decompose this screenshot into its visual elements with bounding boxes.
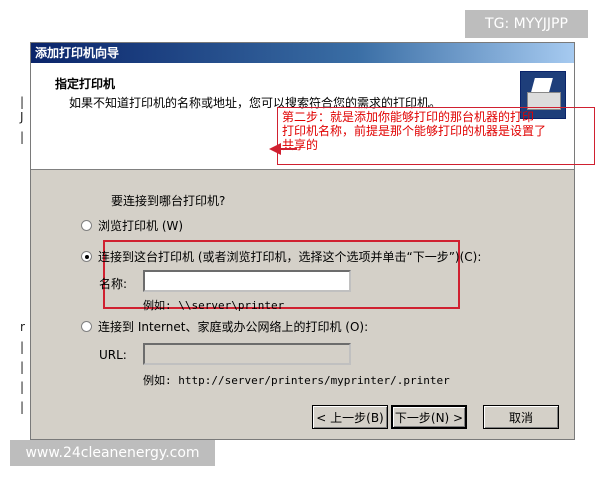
radio-connect-label: 连接到这台打印机 (或者浏览打印机，选择这个选项并单击“下一步”)(C): <box>98 250 482 264</box>
name-label: 名称: <box>99 277 128 291</box>
red-annotation-note: 第二步：就是添加你能够打印的那台机器的打印 打印机名称，前提是那个能够打印的机器… <box>277 107 595 165</box>
radio-internet-label: 连接到 Internet、家庭或办公网络上的打印机 (O): <box>98 320 369 334</box>
background-fragment: | <box>20 400 25 414</box>
next-button[interactable]: 下一步(N) > <box>391 405 467 429</box>
name-example-text: 例如: \\server\printer <box>143 299 285 312</box>
background-fragment: | <box>20 380 25 394</box>
radio-dot-selected[interactable] <box>81 251 92 262</box>
radio-dot[interactable] <box>81 321 92 332</box>
watermark-bottom: www.24cleanenergy.com <box>10 440 215 466</box>
window-title: 添加打印机向导 <box>31 43 574 63</box>
background-fragment: | <box>20 340 25 354</box>
radio-browse-label: 浏览打印机 (W) <box>98 219 184 233</box>
background-fragment: J <box>20 110 24 124</box>
radio-dot[interactable] <box>81 220 92 231</box>
url-label: URL: <box>99 348 127 362</box>
radio-browse-printer[interactable]: 浏览打印机 (W) <box>81 217 183 234</box>
connect-question-label: 要连接到哪台打印机? <box>111 194 226 208</box>
annotation-line: 打印机名称，前提是那个能够打印的机器是设置了 <box>282 124 547 138</box>
annotation-arrow-tail <box>279 148 297 150</box>
cancel-button[interactable]: 取消 <box>483 405 559 429</box>
background-left-strip: | J | r | | | | <box>0 0 30 480</box>
background-fragment: | <box>20 95 25 109</box>
radio-connect-printer[interactable]: 连接到这台打印机 (或者浏览打印机，选择这个选项并单击“下一步”)(C): <box>81 248 481 265</box>
url-example-text: 例如: http://server/printers/myprinter/.pr… <box>143 374 450 387</box>
back-button[interactable]: < 上一步(B) <box>312 405 388 429</box>
radio-internet-printer[interactable]: 连接到 Internet、家庭或办公网络上的打印机 (O): <box>81 318 368 335</box>
background-fragment: | <box>20 360 25 374</box>
url-input[interactable] <box>143 343 351 365</box>
header-title: 指定打印机 <box>55 77 116 91</box>
background-fragment: r <box>20 320 25 334</box>
annotation-line: 第二步：就是添加你能够打印的那台机器的打印 <box>282 110 535 124</box>
background-fragment: | <box>20 130 25 144</box>
add-printer-wizard-dialog: 添加打印机向导 指定打印机 如果不知道打印机的名称或地址，您可以搜索符合您的需求… <box>30 42 595 440</box>
watermark-top: TG: MYYJJPP <box>465 10 588 38</box>
annotation-line: 共享的 <box>282 138 319 152</box>
printer-name-input[interactable] <box>143 270 351 292</box>
